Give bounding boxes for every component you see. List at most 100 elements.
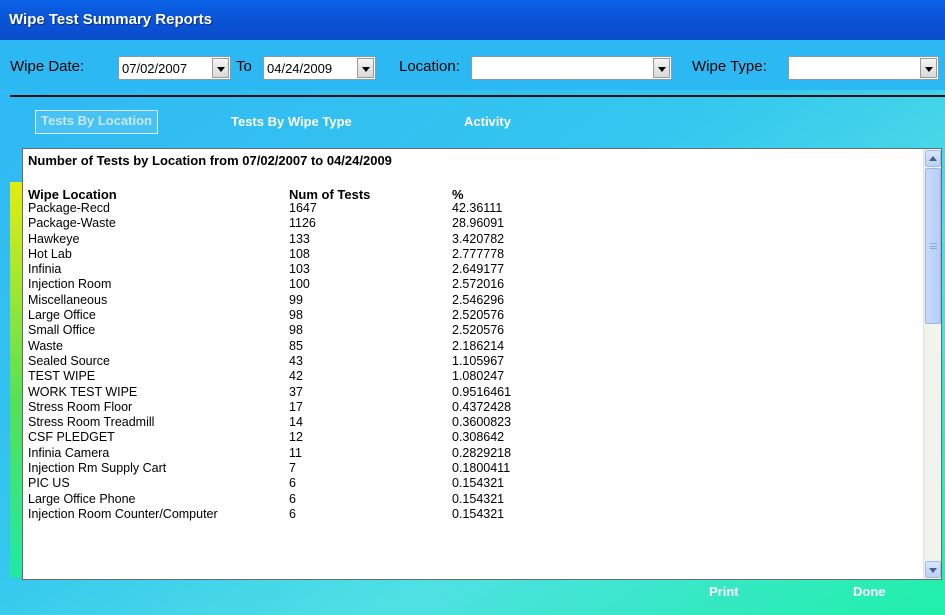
table-row: Hot Lab 108 2.777778 (28, 247, 908, 262)
table-row: CSF PLEDGET 12 0.308642 (28, 430, 908, 445)
cell-num-of-tests: 12 (289, 430, 303, 445)
from-date-value: 07/02/2007 (122, 61, 188, 76)
cell-num-of-tests: 99 (289, 292, 303, 307)
tab-tests-by-location[interactable]: Tests By Location (35, 110, 159, 134)
column-header-percent: % (452, 187, 464, 202)
cell-percent: 0.9516461 (452, 384, 512, 399)
cell-num-of-tests: 6 (289, 491, 296, 506)
scroll-up-arrow-icon[interactable] (925, 150, 941, 167)
table-row: Package-Recd 1647 42.36111 (28, 201, 908, 216)
cell-num-of-tests: 6 (289, 506, 296, 521)
table-row: Large Office Phone 6 0.154321 (28, 492, 908, 507)
cell-wipe-location: Hawkeye (28, 231, 80, 246)
window-title-bar: Wipe Test Summary Reports (0, 0, 945, 40)
cell-wipe-location: Small Office (28, 323, 96, 338)
cell-num-of-tests: 14 (289, 415, 303, 430)
cell-num-of-tests: 98 (289, 323, 303, 338)
table-row: Infinia 103 2.649177 (28, 262, 908, 277)
cell-percent: 0.154321 (452, 476, 505, 491)
location-label: Location: (399, 58, 460, 75)
cell-num-of-tests: 11 (289, 445, 302, 460)
cell-wipe-location: Injection Room Counter/Computer (28, 506, 218, 521)
cell-wipe-location: Infinia Camera (28, 445, 110, 460)
table-row: Stress Room Floor 17 0.4372428 (28, 400, 908, 415)
tab-tests-by-wipe-type[interactable]: Tests By Wipe Type (231, 114, 352, 132)
cell-percent: 2.777778 (452, 246, 505, 261)
cell-wipe-location: WORK TEST WIPE (28, 384, 138, 399)
cell-wipe-location: Package-Waste (28, 216, 116, 231)
table-row: PIC US 6 0.154321 (28, 476, 908, 491)
column-header-wipe-location: Wipe Location (28, 187, 117, 202)
cell-wipe-location: Hot Lab (28, 246, 72, 261)
cell-num-of-tests: 85 (289, 338, 303, 353)
cell-percent: 42.36111 (452, 201, 503, 215)
cell-num-of-tests: 103 (289, 262, 310, 277)
cell-wipe-location: Stress Room Floor (28, 399, 133, 414)
cell-percent: 2.572016 (452, 277, 505, 292)
table-row: Small Office 98 2.520576 (28, 323, 908, 338)
cell-percent: 0.1800411 (452, 461, 511, 476)
cell-wipe-location: Stress Room Treadmill (28, 415, 155, 430)
column-header-num-of-tests: Num of Tests (289, 187, 371, 202)
wipe-type-label: Wipe Type: (692, 58, 767, 75)
cell-num-of-tests: 98 (289, 308, 303, 323)
chevron-down-icon[interactable] (920, 58, 937, 78)
chevron-down-icon[interactable] (653, 58, 670, 78)
cell-percent: 28.96091 (452, 216, 505, 231)
cell-wipe-location: Large Office (28, 308, 96, 323)
cell-wipe-location: Infinia (28, 262, 62, 277)
cell-wipe-location: Package-Recd (28, 201, 110, 215)
wipe-type-dropdown[interactable] (788, 56, 939, 80)
cell-num-of-tests: 37 (289, 384, 303, 399)
chevron-down-icon[interactable] (212, 58, 229, 78)
table-row: Injection Room Counter/Computer 6 0.154321 (28, 507, 908, 522)
table-row: Infinia Camera 11 0.2829218 (28, 446, 908, 461)
cell-percent: 0.154321 (452, 506, 505, 521)
cell-num-of-tests: 43 (289, 353, 303, 368)
table-row: Large Office 98 2.520576 (28, 308, 908, 323)
cell-percent: 0.154321 (452, 491, 505, 506)
cell-num-of-tests: 133 (289, 231, 310, 246)
tab-activity[interactable]: Activity (464, 114, 511, 132)
cell-percent: 2.546296 (452, 292, 505, 307)
side-accent-bar (10, 182, 22, 578)
cell-num-of-tests: 100 (289, 277, 310, 292)
cell-percent: 2.520576 (452, 323, 505, 338)
from-date-dropdown[interactable]: 07/02/2007 (118, 56, 231, 80)
filter-bar: Wipe Date: 07/02/2007 To 04/24/2009 Loca… (0, 40, 945, 90)
print-button[interactable]: Print (709, 584, 739, 599)
report-panel[interactable]: Number of Tests by Location from 07/02/2… (22, 148, 942, 580)
chevron-down-icon[interactable] (357, 58, 374, 78)
cell-wipe-location: Waste (28, 338, 63, 353)
scrollbar-thumb[interactable] (925, 168, 941, 324)
to-label: To (236, 58, 252, 75)
to-date-value: 04/24/2009 (267, 61, 333, 76)
table-row: Injection Rm Supply Cart 7 0.1800411 (28, 461, 908, 476)
cell-percent: 3.420782 (452, 231, 505, 246)
location-dropdown[interactable] (471, 56, 672, 80)
cell-wipe-location: Injection Rm Supply Cart (28, 461, 167, 476)
cell-percent: 0.2829218 (452, 445, 512, 460)
table-row: TEST WIPE 42 1.080247 (28, 369, 908, 384)
scroll-down-arrow-icon[interactable] (925, 561, 941, 578)
cell-percent: 0.3600823 (452, 415, 512, 430)
cell-wipe-location: Sealed Source (28, 353, 111, 368)
cell-wipe-location: TEST WIPE (28, 369, 96, 384)
cell-num-of-tests: 7 (289, 461, 296, 476)
cell-wipe-location: PIC US (28, 476, 70, 491)
table-row: WORK TEST WIPE 37 0.9516461 (28, 385, 908, 400)
vertical-scrollbar[interactable] (923, 149, 941, 579)
cell-percent: 2.186214 (452, 338, 505, 353)
table-row: Injection Room 100 2.572016 (28, 277, 908, 292)
cell-percent: 1.080247 (452, 369, 505, 384)
cell-num-of-tests: 17 (289, 399, 303, 414)
cell-num-of-tests: 6 (289, 476, 296, 491)
to-date-dropdown[interactable]: 04/24/2009 (263, 56, 376, 80)
cell-percent: 0.4372428 (452, 399, 512, 414)
cell-percent: 1.105967 (452, 353, 505, 368)
cell-wipe-location: Miscellaneous (28, 292, 108, 307)
cell-wipe-location: Large Office Phone (28, 491, 136, 506)
cell-num-of-tests: 42 (289, 369, 303, 384)
done-button[interactable]: Done (853, 584, 886, 599)
table-row: Stress Room Treadmill 14 0.3600823 (28, 415, 908, 430)
